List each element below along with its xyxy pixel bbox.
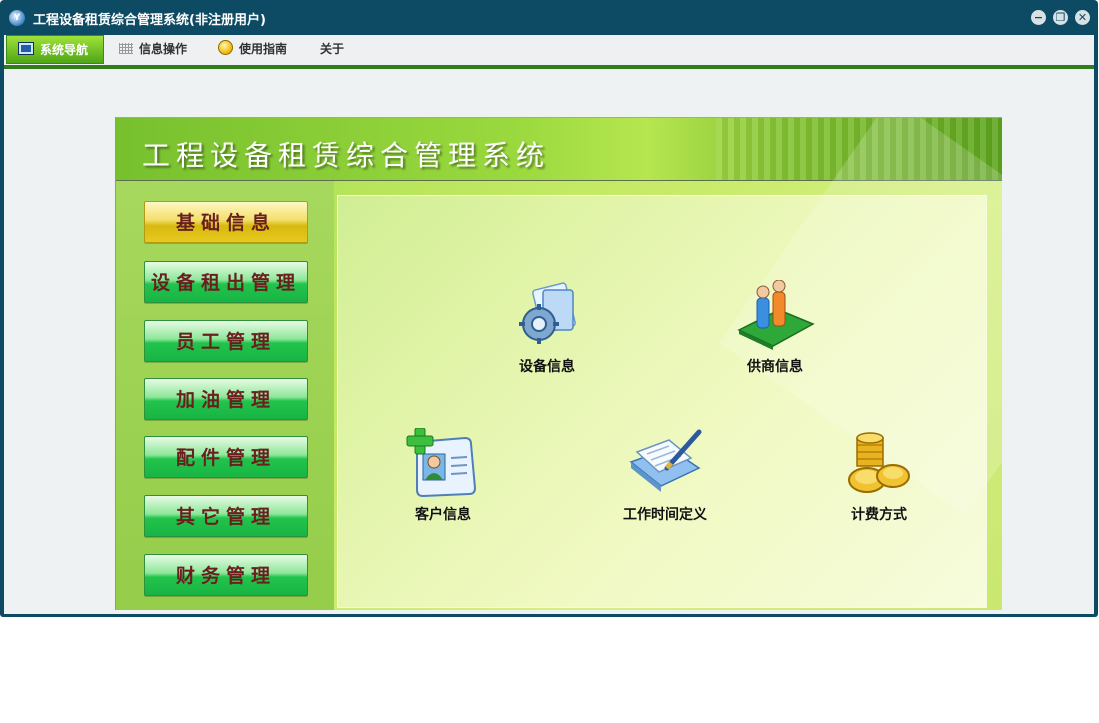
- close-button[interactable]: ✕: [1075, 10, 1090, 25]
- app-window: Y 工程设备租赁综合管理系统(非注册用户) − ❐ ✕ 系统导航 信息操作 使用…: [0, 0, 1098, 617]
- tile-billing-method[interactable]: 计费方式: [824, 428, 934, 524]
- tile-work-time-definition[interactable]: 工作时间定义: [610, 428, 720, 524]
- nav-basic-info-button[interactable]: 基础信息: [144, 201, 308, 243]
- tile-label: 工作时间定义: [623, 507, 707, 523]
- tile-label: 客户信息: [415, 507, 471, 523]
- nav-other-button[interactable]: 其它管理: [144, 495, 308, 537]
- tile-label: 计费方式: [851, 507, 907, 523]
- tile-label: 设备信息: [519, 359, 575, 375]
- menu-item-label: 关于: [320, 42, 345, 56]
- content-area: 设备信息 供商信息 客户信息 工作时间定义 计费方式: [337, 118, 1002, 608]
- gold-coins-icon: [848, 432, 910, 493]
- nav-fuel-button[interactable]: 加油管理: [144, 378, 308, 420]
- menu-item-label: 信息操作: [139, 42, 188, 56]
- grid-icon: [119, 43, 133, 54]
- notebook-pen-icon: [629, 429, 702, 492]
- help-icon: [218, 40, 233, 55]
- nav-employee-button[interactable]: 员工管理: [144, 320, 308, 362]
- nav-parts-button[interactable]: 配件管理: [144, 436, 308, 478]
- tile-supplier-info[interactable]: 供商信息: [720, 280, 830, 376]
- nav-finance-button[interactable]: 财务管理: [144, 554, 308, 596]
- gear-folder-icon: [519, 282, 576, 344]
- restore-button[interactable]: ❐: [1053, 10, 1068, 25]
- monitor-icon: [18, 42, 34, 55]
- menu-item-label: 使用指南: [239, 42, 288, 56]
- window-title: 工程设备租赁综合管理系统(非注册用户): [33, 13, 266, 28]
- minimize-button[interactable]: −: [1031, 10, 1046, 25]
- tile-customer-info[interactable]: 客户信息: [388, 428, 498, 524]
- nav-equipment-rental-button[interactable]: 设备租出管理: [144, 261, 308, 303]
- menu-item-label: 系统导航: [40, 43, 89, 57]
- menu-system-nav[interactable]: 系统导航: [6, 35, 104, 64]
- system-title: 工程设备租赁综合管理系统: [142, 139, 551, 172]
- menu-user-guide[interactable]: 使用指南: [218, 35, 287, 64]
- tile-equipment-info[interactable]: 设备信息: [492, 280, 602, 376]
- menu-about[interactable]: 关于: [320, 35, 344, 64]
- contact-card-icon: [406, 428, 477, 498]
- people-book-icon: [737, 280, 815, 350]
- menu-info-ops[interactable]: 信息操作: [119, 35, 187, 64]
- tile-label: 供商信息: [747, 359, 803, 375]
- title-bar[interactable]: Y 工程设备租赁综合管理系统(非注册用户) − ❐ ✕: [0, 0, 1098, 35]
- sidebar: 基础信息 设备租出管理 员工管理 加油管理 配件管理 其它管理 财务管理: [116, 181, 334, 610]
- app-logo-icon: Y: [9, 10, 25, 26]
- menu-bar: 系统导航 信息操作 使用指南 关于: [4, 35, 1094, 65]
- main-panel: 工程设备租赁综合管理系统 基础信息 设备租出管理 员工管理 加油管理 配件管理 …: [115, 117, 1002, 610]
